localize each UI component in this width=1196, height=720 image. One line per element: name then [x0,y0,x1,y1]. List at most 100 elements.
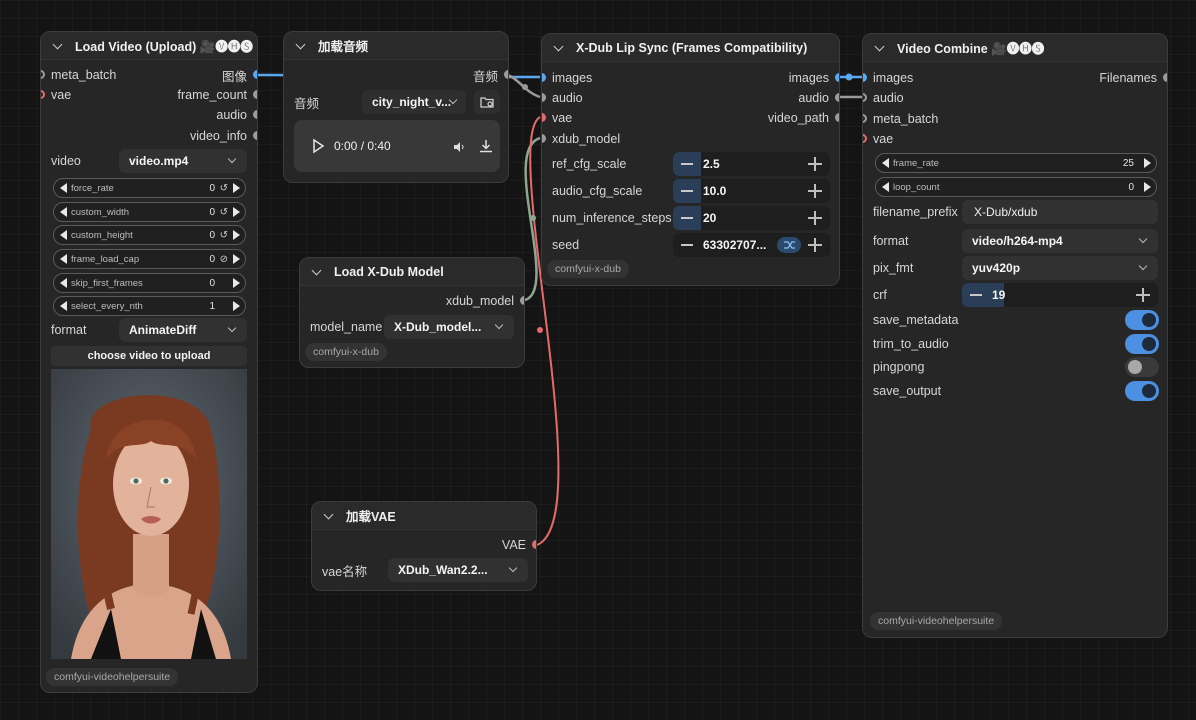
video-info-output-socket[interactable] [253,131,257,140]
x-dub-tag: comfyui-x-dub [547,260,629,278]
decrement-arrow-icon[interactable] [882,158,889,168]
minus-icon[interactable] [673,152,701,176]
increment-arrow-icon[interactable] [233,230,240,240]
lip-sync-header[interactable]: X-Dub Lip Sync (Frames Compatibility) [542,34,839,62]
load-vae-node[interactable]: 加载VAE VAE vae名称 XDub_Wan2.2... [311,501,537,591]
vae-output-socket[interactable] [532,540,536,549]
custom-width-widget[interactable]: custom_width 0 ↺ [53,202,246,222]
format-select[interactable]: video/h264-mp4 [962,229,1158,253]
audio-output-socket[interactable] [504,70,508,79]
collapse-chevron-icon[interactable] [554,43,564,53]
custom-height-widget[interactable]: custom_height 0 ↺ [53,225,246,245]
collapse-chevron-icon[interactable] [53,41,63,51]
load-xdub-model-node[interactable]: Load X-Dub Model xdub_model model_name X… [299,257,525,368]
plus-icon[interactable] [808,238,822,252]
decrement-arrow-icon[interactable] [60,301,67,311]
vae-input-socket[interactable] [863,134,867,143]
minus-icon[interactable] [673,233,701,257]
frame-count-output-socket[interactable] [253,90,257,99]
images-output-socket[interactable] [835,73,839,82]
frame-load-cap-widget[interactable]: frame_load_cap 0 ⊘ [53,249,246,269]
download-icon[interactable] [478,138,494,154]
video-select-value: video.mp4 [129,154,189,168]
video-preview-thumbnail[interactable] [51,369,247,659]
trim-to-audio-toggle[interactable] [1125,334,1159,354]
minus-icon[interactable] [673,206,701,230]
save-metadata-toggle[interactable] [1125,310,1159,330]
audio-output-socket[interactable] [835,93,839,102]
audio-cfg-scale-stepper[interactable]: 10.0 [673,179,830,203]
video-path-output-socket[interactable] [835,113,839,122]
vae-input-socket[interactable] [41,90,45,99]
decrement-arrow-icon[interactable] [60,278,67,288]
meta-batch-input-socket[interactable] [41,70,45,79]
xdub-lip-sync-node[interactable]: X-Dub Lip Sync (Frames Compatibility) im… [541,33,840,286]
model-name-select[interactable]: X-Dub_model... [384,315,514,339]
increment-arrow-icon[interactable] [233,278,240,288]
decrement-arrow-icon[interactable] [60,254,67,264]
audio-input-socket[interactable] [863,93,867,102]
volume-icon[interactable] [452,140,466,154]
images-input-socket[interactable] [863,73,867,82]
play-icon[interactable] [310,138,326,154]
load-video-node[interactable]: Load Video (Upload) 🎥🅥🅗🅢 meta_batch vae … [40,31,258,693]
increment-arrow-icon[interactable] [233,207,240,217]
filenames-output-socket[interactable] [1163,73,1167,82]
collapse-chevron-icon[interactable] [312,267,322,277]
num-inference-steps-stepper[interactable]: 20 [673,206,830,230]
increment-arrow-icon[interactable] [233,183,240,193]
increment-arrow-icon[interactable] [233,301,240,311]
randomize-seed-button[interactable] [777,237,801,253]
skip-first-frames-widget[interactable]: skip_first_frames 0 [53,273,246,293]
xdub-model-input-socket[interactable] [542,134,546,143]
decrement-arrow-icon[interactable] [60,183,67,193]
crf-stepper[interactable]: 19 [962,283,1158,307]
video-combine-node[interactable]: Video Combine 🎥🅥🅗🅢 images audio meta_bat… [862,33,1168,638]
choose-video-upload-button[interactable]: choose video to upload [51,346,247,366]
vae-input-socket[interactable] [542,113,546,122]
plus-icon[interactable] [808,184,822,198]
save-output-toggle[interactable] [1125,381,1159,401]
vae-name-select[interactable]: XDub_Wan2.2... [388,558,528,582]
audio-output-socket[interactable] [253,110,257,119]
xdub-model-output-socket[interactable] [520,296,524,305]
decrement-arrow-icon[interactable] [60,207,67,217]
video-combine-header[interactable]: Video Combine 🎥🅥🅗🅢 [863,34,1167,62]
audio-player[interactable]: 0:00 / 0:40 [294,120,500,172]
format-select[interactable]: AnimateDiff [119,318,247,342]
increment-arrow-icon[interactable] [233,254,240,264]
collapse-chevron-icon[interactable] [296,41,306,51]
load-audio-node[interactable]: 加载音频 音频 音频 city_night_v... 0:00 / 0:40 [283,31,509,183]
increment-arrow-icon[interactable] [1144,182,1151,192]
wire-model-to-lipsync [524,136,541,302]
plus-icon[interactable] [1136,288,1150,302]
folder-open-button[interactable] [474,90,500,114]
plus-icon[interactable] [808,157,822,171]
load-video-header[interactable]: Load Video (Upload) 🎥🅥🅗🅢 [41,32,257,60]
decrement-arrow-icon[interactable] [60,230,67,240]
pix-fmt-select[interactable]: yuv420p [962,256,1158,280]
minus-icon[interactable] [673,179,701,203]
filename-prefix-input[interactable]: X-Dub/xdub [962,200,1158,224]
collapse-chevron-icon[interactable] [324,511,334,521]
load-audio-header[interactable]: 加载音频 [284,32,508,60]
video-select[interactable]: video.mp4 [119,149,247,173]
meta-batch-input-socket[interactable] [863,114,867,123]
frame-rate-widget[interactable]: frame_rate 25 [875,153,1157,173]
ref-cfg-scale-stepper[interactable]: 2.5 [673,152,830,176]
increment-arrow-icon[interactable] [1144,158,1151,168]
force-rate-widget[interactable]: force_rate 0 ↺ [53,178,246,198]
plus-icon[interactable] [808,211,822,225]
select-every-nth-widget[interactable]: select_every_nth 1 [53,296,246,316]
collapse-chevron-icon[interactable] [875,43,885,53]
audio-input-socket[interactable] [542,93,546,102]
pingpong-toggle[interactable] [1125,357,1159,377]
audio-file-select[interactable]: city_night_v... [362,90,466,114]
load-model-header[interactable]: Load X-Dub Model [300,258,524,286]
loop-count-widget[interactable]: loop_count 0 [875,177,1157,197]
images-input-socket[interactable] [542,73,546,82]
decrement-arrow-icon[interactable] [882,182,889,192]
load-vae-header[interactable]: 加载VAE [312,502,536,530]
seed-stepper[interactable]: 63302707... [673,233,830,257]
image-output-socket[interactable] [253,70,257,79]
